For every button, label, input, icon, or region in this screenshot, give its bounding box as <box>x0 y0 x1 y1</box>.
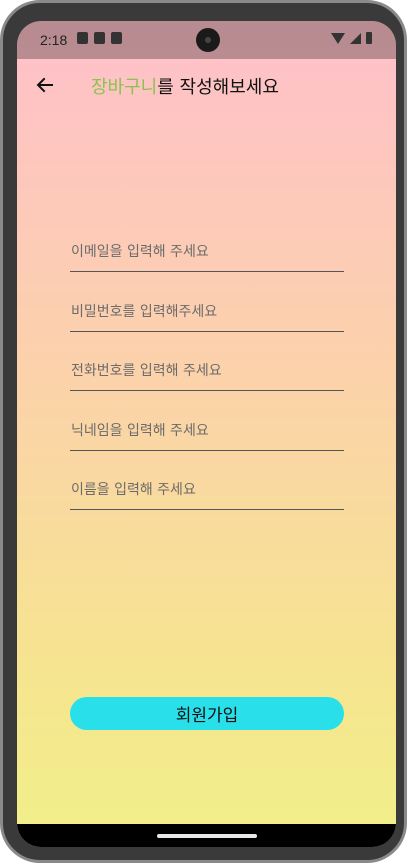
battery-icon <box>366 32 372 44</box>
shield-icon <box>77 32 88 44</box>
screen: 2:18 장바구니를 작성해보세요 이메일을 입력해 주세요 전화번호를 입력해… <box>17 21 396 847</box>
image-icon <box>111 32 122 44</box>
wifi-icon <box>331 32 345 44</box>
phone-field[interactable] <box>70 352 344 391</box>
status-icons-left <box>77 32 122 44</box>
device-frame: 2:18 장바구니를 작성해보세요 이메일을 입력해 주세요 전화번호를 입력해… <box>0 0 407 863</box>
nickname-field[interactable] <box>70 411 344 451</box>
password-field-wrap <box>70 292 344 353</box>
password-field[interactable] <box>70 292 344 332</box>
arrow-left-icon <box>36 77 53 93</box>
status-icons-right <box>331 32 372 44</box>
page-title-rest: 를 작성해보세요 <box>157 77 279 98</box>
signup-button[interactable]: 회원가입 <box>70 697 344 730</box>
name-field-wrap <box>70 471 344 531</box>
page-title: 장바구니를 작성해보세요 <box>91 73 279 99</box>
nickname-field-wrap <box>70 411 344 472</box>
home-indicator[interactable] <box>157 834 257 838</box>
name-field[interactable] <box>70 471 344 510</box>
back-button[interactable] <box>31 71 59 99</box>
email-field[interactable] <box>70 233 344 272</box>
app-bar: 장바구니를 작성해보세요 <box>17 59 396 111</box>
front-camera <box>196 28 220 52</box>
navigation-bar <box>17 824 396 847</box>
status-time: 2:18 <box>40 32 68 48</box>
signup-form <box>70 233 344 531</box>
sd-card-icon <box>94 32 105 44</box>
signal-icon <box>350 32 361 44</box>
email-field-wrap <box>70 233 344 293</box>
page-title-accent: 장바구니 <box>91 77 158 98</box>
phone-field-wrap <box>70 352 344 412</box>
status-bar: 2:18 <box>17 21 396 59</box>
